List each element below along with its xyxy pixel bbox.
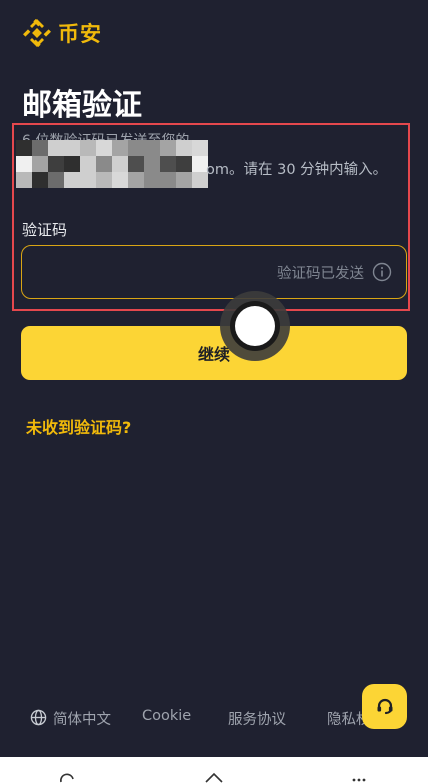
brand-logo: 币安 xyxy=(22,18,102,48)
resend-code-link[interactable]: 未收到验证码? xyxy=(26,414,131,438)
footer-language[interactable]: 简体中文 xyxy=(53,708,111,729)
support-button[interactable] xyxy=(362,684,407,729)
redacted-email xyxy=(16,140,208,188)
code-label: 验证码 xyxy=(22,221,68,239)
globe-icon[interactable] xyxy=(30,709,47,726)
verification-code-input[interactable]: 验证码已发送 xyxy=(21,245,407,299)
verification-message-line2: om。请在 30 分钟内输入。 xyxy=(206,162,388,178)
brand-name: 币安 xyxy=(58,22,102,46)
reload-icon[interactable] xyxy=(58,771,76,783)
continue-button[interactable]: 继续 xyxy=(21,326,407,380)
share-icon[interactable] xyxy=(204,771,224,783)
footer-terms[interactable]: 服务协议 xyxy=(228,708,286,729)
menu-dots-icon[interactable] xyxy=(352,771,366,783)
footer-cookie[interactable]: Cookie xyxy=(142,708,191,724)
info-icon[interactable] xyxy=(372,262,392,282)
code-sent-status: 验证码已发送 xyxy=(277,266,364,282)
browser-bottom-bar xyxy=(0,757,428,783)
page-title: 邮箱验证 xyxy=(22,88,142,123)
touch-indicator-dot xyxy=(235,306,275,346)
touch-indicator xyxy=(220,291,290,361)
binance-diamond-icon xyxy=(23,19,51,47)
headset-icon xyxy=(377,698,392,714)
